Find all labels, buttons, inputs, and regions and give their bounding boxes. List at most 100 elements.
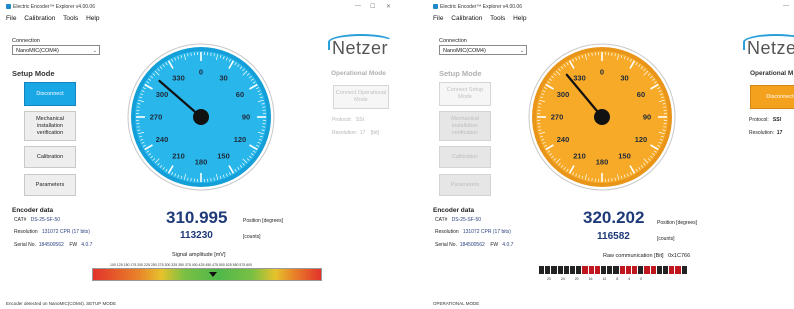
counts-unit: [counts]: [243, 234, 261, 240]
minimize-icon[interactable]: —: [355, 3, 361, 9]
protocol-row: Protocol: SSI: [749, 117, 781, 123]
raw-bit: [632, 266, 638, 274]
operational-mode-title: Operational Mode: [331, 70, 386, 77]
serial-row: Serial No. 184500562 FW 4.0.7: [14, 242, 93, 248]
raw-bits-bar: [539, 266, 687, 274]
resolution-row: Resolution: 17 [bit]: [332, 130, 379, 136]
parameters-button[interactable]: Parameters: [24, 174, 76, 196]
gauge-label-180: 180: [596, 158, 609, 167]
chevron-down-icon: ⌄: [92, 48, 97, 54]
connection-select[interactable]: NanoMIC(COM4) ⌄: [439, 45, 527, 55]
gauge-label-300: 300: [156, 90, 169, 99]
gauge-label-90: 90: [242, 113, 250, 122]
menu-file[interactable]: File: [433, 15, 443, 22]
menu-file[interactable]: File: [6, 15, 16, 22]
position-unit: Position [degrees]: [657, 220, 698, 226]
cat-row: CAT# DS-25-SF-50: [14, 217, 61, 223]
app-icon: [433, 4, 438, 9]
gauge-label-300: 300: [557, 90, 570, 99]
serial-row: Serial No. 184500562 FW 4.0.7: [435, 242, 514, 248]
counts-value: 116582: [597, 231, 630, 242]
gauge-label-0: 0: [199, 68, 203, 77]
menu-bar: File Calibration Tools Help: [433, 15, 532, 22]
menu-tools[interactable]: Tools: [63, 15, 78, 22]
title-bar: Electric Encoder™ Explorer v4.00.06 — ☐ …: [0, 0, 397, 14]
raw-bit: [594, 266, 601, 274]
protocol-row: Protocol: SSI: [332, 117, 364, 123]
raw-bit: [656, 266, 663, 274]
connection-value: NanoMIC(COM4): [443, 48, 486, 54]
raw-communication-row: Raw communication [Bit] 0x1C766: [603, 253, 691, 259]
title-bar: Electric Encoder™ Explorer v4.00.06 —: [427, 0, 794, 14]
encoder-data-title: Encoder data: [433, 207, 475, 214]
raw-bit: [588, 266, 594, 274]
close-icon[interactable]: ✕: [386, 3, 391, 10]
gauge-label-180: 180: [195, 158, 208, 167]
raw-bit: [607, 266, 613, 274]
operational-mode-title: Operational M: [750, 70, 794, 77]
window-title: Electric Encoder™ Explorer v4.00.06: [440, 4, 522, 10]
connection-select[interactable]: NanoMIC(COM4) ⌄: [12, 45, 100, 55]
raw-bit: [638, 266, 644, 274]
gauge-hub: [193, 109, 209, 125]
position-value: 310.995: [166, 208, 228, 227]
raw-bit: [681, 266, 687, 274]
logo-arc: [743, 34, 794, 50]
gauge-label-210: 210: [573, 151, 586, 160]
calibration-button[interactable]: Calibration: [439, 146, 491, 168]
gauge-label-90: 90: [643, 113, 651, 122]
raw-bit: [650, 266, 656, 274]
gauge-label-30: 30: [219, 74, 227, 83]
raw-bit: [563, 266, 570, 274]
raw-bit: [576, 266, 582, 274]
menu-calibration[interactable]: Calibration: [451, 15, 482, 22]
gauge-label-330: 330: [172, 74, 185, 83]
position-value: 320.202: [583, 208, 645, 227]
disconnect-button[interactable]: Disconnect: [24, 82, 76, 106]
raw-bit: [551, 266, 557, 274]
gauge-label-150: 150: [217, 151, 230, 160]
mechanical-verification-button[interactable]: Mechanical installation verification: [24, 111, 76, 141]
connect-setup-button[interactable]: Connect Setup Mode: [439, 82, 491, 106]
operational-mode-window: Electric Encoder™ Explorer v4.00.06 — Fi…: [427, 0, 794, 309]
raw-bit: [663, 266, 669, 274]
mechanical-verification-button[interactable]: Mechanical installation verification: [439, 111, 491, 141]
gauge-label-0: 0: [600, 68, 604, 77]
counts-unit: [counts]: [657, 236, 675, 242]
raw-bit: [613, 266, 619, 274]
gauge-label-60: 60: [236, 90, 244, 99]
menu-help[interactable]: Help: [86, 15, 99, 22]
menu-tools[interactable]: Tools: [490, 15, 505, 22]
disconnect-button[interactable]: Disconnect: [750, 85, 794, 109]
connection-label: Connection: [439, 38, 467, 44]
resolution-info-row: Resolution 131072 CPR (17 bits): [435, 229, 511, 235]
gauge-label-30: 30: [620, 74, 628, 83]
parameters-button[interactable]: Parameters: [439, 174, 491, 196]
raw-bit-ticks: 20 24 20 16 12 8 4 0: [547, 277, 643, 281]
minimize-icon[interactable]: —: [783, 3, 789, 9]
signal-amplitude-label: Signal amplitude [mV]: [172, 252, 226, 258]
window-title: Electric Encoder™ Explorer v4.00.06: [13, 4, 95, 10]
raw-bit: [570, 266, 576, 274]
gauge-label-210: 210: [172, 151, 185, 160]
maximize-icon[interactable]: ☐: [370, 3, 375, 10]
gauge-label-120: 120: [635, 135, 648, 144]
menu-help[interactable]: Help: [513, 15, 526, 22]
app-icon: [6, 4, 11, 9]
calibration-button[interactable]: Calibration: [24, 146, 76, 168]
connect-operational-button[interactable]: Connect Operational Mode: [333, 85, 389, 109]
setup-mode-title: Setup Mode: [439, 69, 482, 78]
raw-bit: [644, 266, 650, 274]
gauge-label-240: 240: [557, 135, 570, 144]
setup-mode-window: Electric Encoder™ Explorer v4.00.06 — ☐ …: [0, 0, 398, 309]
menu-calibration[interactable]: Calibration: [24, 15, 55, 22]
status-bar-text: OPERATIONAL MODE: [433, 301, 480, 306]
connection-label: Connection: [12, 38, 40, 44]
raw-bit: [601, 266, 607, 274]
raw-bit: [619, 266, 625, 274]
gauge-label-270: 270: [150, 113, 163, 122]
raw-bit: [625, 266, 632, 274]
connection-value: NanoMIC(COM4): [16, 48, 59, 54]
gauge-label-150: 150: [618, 151, 631, 160]
menu-bar: File Calibration Tools Help: [6, 15, 105, 22]
